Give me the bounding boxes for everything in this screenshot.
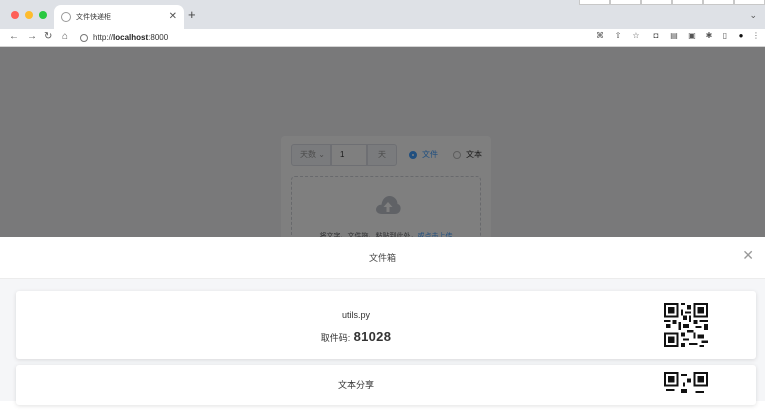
bookmark-star-icon[interactable]: ☆ xyxy=(632,32,640,40)
drawer-title: 文件箱 xyxy=(368,253,396,263)
tab-search-chevron-icon[interactable]: ⌄ xyxy=(749,10,757,21)
file-name: 文本分享 xyxy=(337,380,374,390)
browser-menu-icon[interactable]: ⋮ xyxy=(752,32,760,40)
pickup-code-value: 81028 xyxy=(353,329,392,344)
browser-tab-strip: 文件快递柜 ✕ + ⌄ xyxy=(0,0,765,29)
close-window-button[interactable] xyxy=(11,11,19,19)
home-icon[interactable]: ⌂ xyxy=(62,31,68,43)
profile-avatar-icon[interactable]: ● xyxy=(737,32,745,40)
browser-tab[interactable]: 文件快递柜 ✕ xyxy=(54,5,184,29)
extension-icon[interactable]: ▤ xyxy=(670,32,678,40)
extension-icon[interactable]: ◘ xyxy=(652,32,660,40)
puzzle-icon[interactable]: ✱ xyxy=(705,32,713,40)
pickup-code-row: 取件码: 81028 xyxy=(16,329,696,344)
new-tab-icon[interactable]: + xyxy=(188,8,196,21)
site-info-icon[interactable] xyxy=(80,33,88,42)
file-card[interactable]: utils.py 取件码: 81028 xyxy=(16,291,756,359)
file-name: utils.py xyxy=(341,310,370,320)
extension-icon[interactable]: ▣ xyxy=(688,32,696,40)
pickup-code-label: 取件码: xyxy=(320,333,351,343)
address-bar: ← → ↻ ⌂ http://localhost:8000 ⌘ ⇧ ☆ ◘ ▤ … xyxy=(0,29,765,47)
minimize-window-button[interactable] xyxy=(25,11,33,19)
qr-code-icon[interactable] xyxy=(664,303,708,347)
reload-icon[interactable]: ↻ xyxy=(44,31,52,43)
drawer-body: utils.py 取件码: 81028 文本分享 xyxy=(0,279,765,405)
forward-icon[interactable]: → xyxy=(27,31,37,43)
back-icon[interactable]: ← xyxy=(9,31,19,43)
drawer-header: 文件箱 ✕ xyxy=(0,237,765,279)
tab-close-icon[interactable]: ✕ xyxy=(169,12,177,22)
side-panel-icon[interactable]: ▯ xyxy=(721,32,729,40)
url-field[interactable]: http://localhost:8000 xyxy=(80,31,570,44)
translate-icon[interactable]: ⌘ xyxy=(596,32,604,40)
tab-favicon-icon xyxy=(61,12,71,22)
close-icon[interactable]: ✕ xyxy=(742,248,754,262)
maximize-window-button[interactable] xyxy=(39,11,47,19)
file-card[interactable]: 文本分享 xyxy=(16,365,756,405)
url-text: http://localhost:8000 xyxy=(93,33,169,42)
share-icon[interactable]: ⇧ xyxy=(614,32,622,40)
tab-title: 文件快递柜 xyxy=(76,14,111,21)
file-box-drawer: 文件箱 ✕ utils.py 取件码: 81028 文本分享 xyxy=(0,237,765,405)
qr-code-icon[interactable] xyxy=(664,372,708,416)
tab-strip-decoration xyxy=(579,0,765,5)
